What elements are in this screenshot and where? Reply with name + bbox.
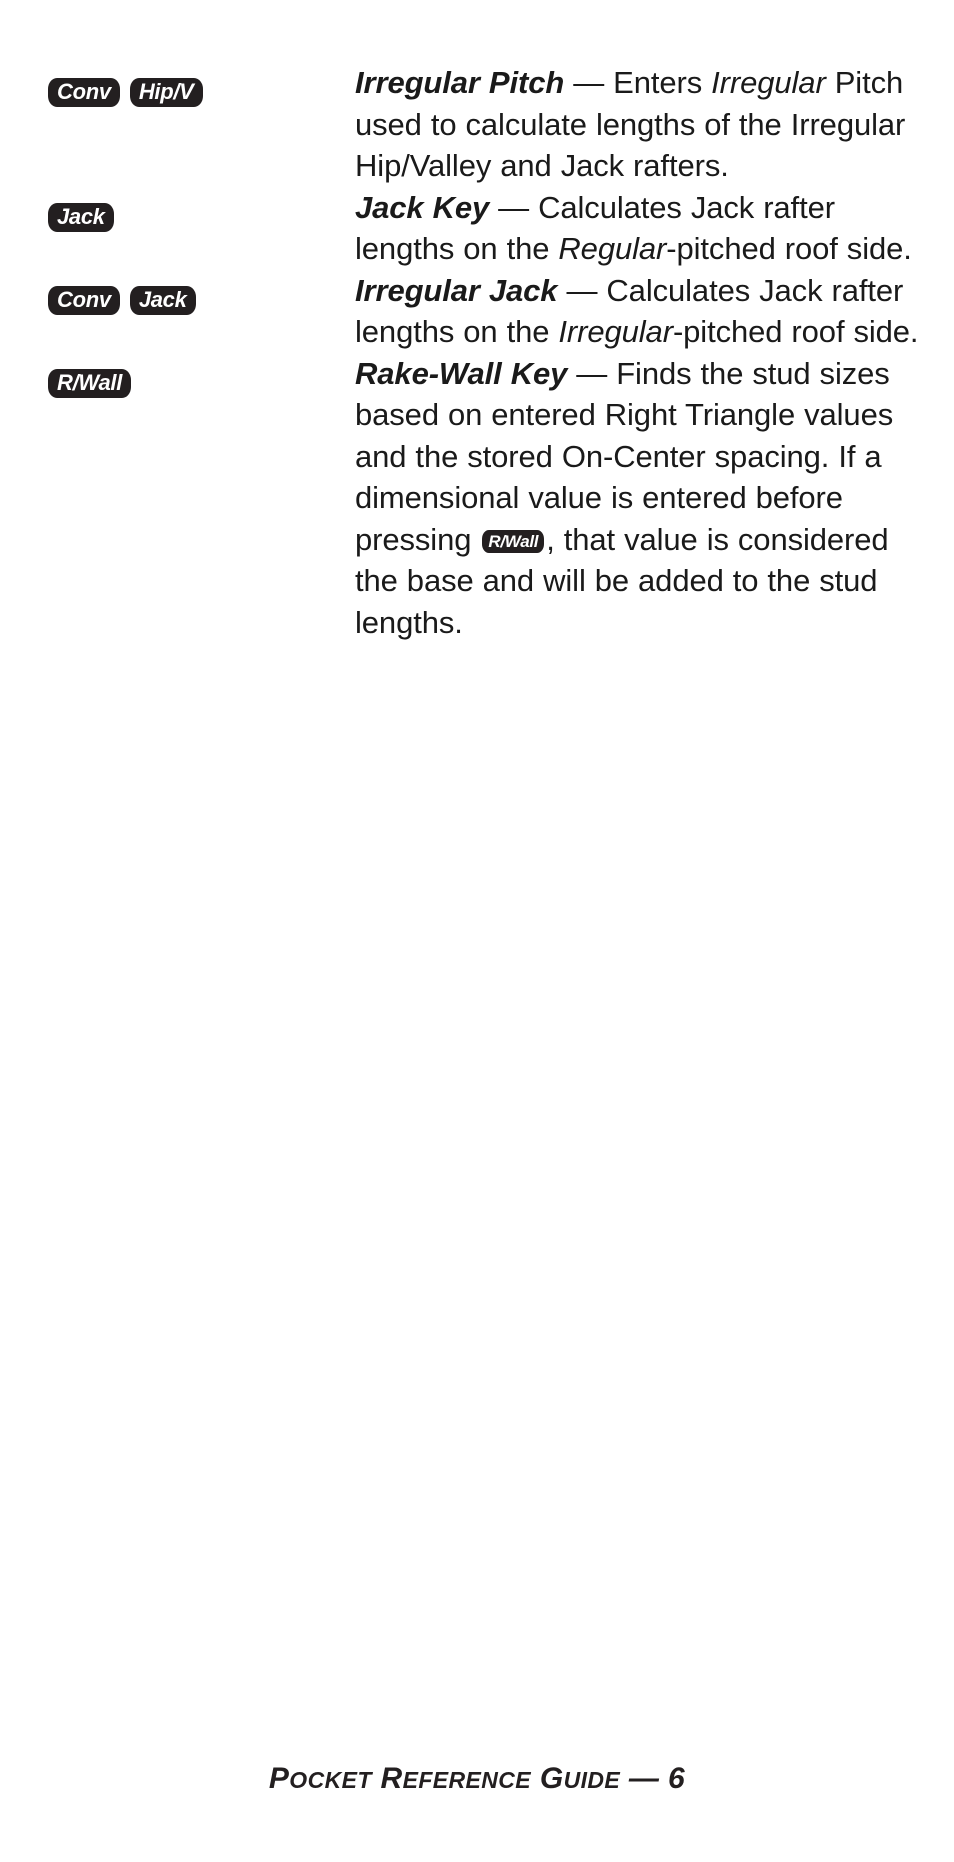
entry-description: Irregular Pitch — Enters Irregular Pitch… [355,62,954,187]
key-column: Conv Jack [0,270,355,315]
footer-dash: — [628,1762,660,1795]
entry-body-emphasis: Irregular [711,65,826,100]
key-column: Conv Hip/V [0,62,355,107]
entry-description: Jack Key — Calculates Jack rafter length… [355,187,954,270]
entry-description: Rake-Wall Key — Finds the stud sizes bas… [355,353,954,644]
entry-irregular-jack: Conv Jack Irregular Jack — Calculates Ja… [0,270,954,353]
footer-page-number: 6 [668,1762,686,1795]
entry-description: Irregular Jack — Calculates Jack rafter … [355,270,954,353]
entry-body-part-2: -pitched roof side. [672,314,919,349]
key-badge-conv[interactable]: Conv [48,78,120,107]
entry-rake-wall-key: R/Wall Rake-Wall Key — Finds the stud si… [0,353,954,644]
footer-word-pocket-rest: OCKET [289,1767,372,1793]
key-badge-jack[interactable]: Jack [48,202,114,232]
footer-word-guide-rest: UIDE [563,1767,621,1793]
footer-word-reference-cap: R [380,1762,403,1795]
entry-jack-key: Jack Jack Key — Calculates Jack rafter l… [0,187,954,270]
entry-dash: — [564,65,614,100]
footer-word-guide-cap: G [539,1762,564,1795]
footer-word-pocket-cap: P [268,1762,290,1795]
entry-title: Jack Key [355,189,490,225]
key-badge-conv[interactable]: Conv [48,285,120,315]
entry-body-emphasis: Regular [558,231,667,266]
inline-key-badge-r-wall[interactable]: R/Wall [482,529,545,553]
key-column: R/Wall [0,353,355,398]
key-column: Jack [0,187,355,232]
key-badge-r-wall[interactable]: R/Wall [48,368,132,398]
entry-irregular-pitch: Conv Hip/V Irregular Pitch — Enters Irre… [0,62,954,187]
entry-body-part-1: Enters [613,65,712,100]
entry-dash: — [567,355,617,391]
page: Conv Hip/V Irregular Pitch — Enters Irre… [0,0,954,1862]
footer-word-reference-rest: EFERENCE [402,1767,532,1793]
page-footer: POCKET REFERENCE GUIDE — 6 [0,1762,954,1796]
entry-title: Irregular Jack [355,272,558,308]
key-badge-hip-v[interactable]: Hip/V [129,78,203,107]
entry-title: Irregular Pitch [355,65,565,100]
entry-body-emphasis: Irregular [558,314,673,349]
entry-title: Rake-Wall Key [355,355,568,391]
entry-body-part-2: -pitched roof side. [666,231,912,266]
entry-dash: — [489,189,539,225]
key-badge-jack[interactable]: Jack [129,285,196,315]
entry-dash: — [557,272,607,308]
entry-list: Conv Hip/V Irregular Pitch — Enters Irre… [0,62,954,643]
